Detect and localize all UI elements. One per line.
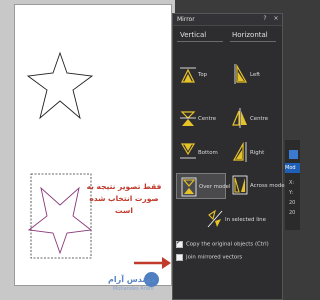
copy-originals-checkbox[interactable] <box>176 239 183 248</box>
join-vectors-checkbox[interactable] <box>176 254 183 261</box>
annotation-line-1: فقط تصویر نتیجه به <box>86 182 162 191</box>
copy-originals-row[interactable]: Copy the original objects (Ctrl) <box>176 239 269 249</box>
option-vertical-bottom[interactable]: Bottom <box>176 142 226 164</box>
join-vectors-label: Join mirrored vectors <box>186 254 243 261</box>
mirror-bottom-icon <box>180 143 196 159</box>
edge-text-1: X: <box>289 180 295 186</box>
mirror-panel: Mirror ? × Vertical Horizontal Top Centr… <box>172 13 286 300</box>
annotation-line-2: صورت انتخاب شده است <box>89 194 159 215</box>
option-vertical-centre[interactable]: Centre <box>176 108 226 130</box>
panel-title: Mirror <box>177 16 195 23</box>
option-label: Bottom <box>198 150 218 156</box>
star-original[interactable] <box>26 51 94 120</box>
close-button[interactable]: × <box>272 15 280 23</box>
mirror-right-icon <box>232 142 247 162</box>
option-label: Over model <box>199 184 231 190</box>
join-vectors-row[interactable]: Join mirrored vectors <box>176 254 242 262</box>
model-icon[interactable] <box>289 150 298 159</box>
mirror-over-model-icon <box>181 177 197 197</box>
mirror-centre-icon <box>180 111 196 126</box>
edge-text-3: 20 <box>289 200 296 206</box>
option-label: Across model <box>250 183 287 189</box>
drawing-canvas[interactable]: فقط تصویر نتیجه به صورت انتخاب شده است م… <box>0 0 175 300</box>
vertical-divider <box>177 41 223 42</box>
option-horizontal-centre[interactable]: Centre <box>228 108 278 130</box>
mirror-top-icon <box>180 67 196 83</box>
copy-originals-label: Copy the original objects (Ctrl) <box>186 241 269 248</box>
horizontal-header: Horizontal <box>232 31 268 39</box>
option-label: Top <box>198 72 208 78</box>
star-mirrored[interactable] <box>27 186 93 255</box>
option-horizontal-across-model[interactable]: Across model <box>228 175 286 197</box>
arrow-icon <box>134 257 171 269</box>
mirror-centre-h-icon <box>232 108 247 128</box>
option-label: Right <box>250 150 265 156</box>
option-label: Left <box>250 72 261 78</box>
mirror-across-model-icon <box>232 175 248 195</box>
help-button[interactable]: ? <box>261 15 269 23</box>
option-label: Centre <box>198 116 217 122</box>
option-horizontal-left[interactable]: Left <box>228 64 278 86</box>
option-horizontal-right[interactable]: Right <box>228 142 278 164</box>
selection-box[interactable] <box>30 173 92 259</box>
option-in-selected-line[interactable]: In selected line <box>203 209 273 231</box>
logo: مهندس آرام Mohandes Aram <box>108 270 168 296</box>
panel-titlebar[interactable]: Mirror ? × <box>173 14 282 26</box>
option-vertical-top[interactable]: Top <box>176 64 226 86</box>
tab-model[interactable]: Mod <box>285 163 300 173</box>
option-label: Centre <box>250 116 269 122</box>
option-vertical-over-model[interactable]: Over model <box>176 173 230 199</box>
edge-text-4: 20 <box>289 210 296 216</box>
mirror-selected-line-icon <box>207 209 223 228</box>
side-panel-edge: Mod X: Y: 20 20 <box>285 140 300 230</box>
logo-sub: Mohandes Aram <box>113 286 154 292</box>
logo-name: مهندس آرام <box>108 275 156 284</box>
option-label: In selected line <box>225 217 266 223</box>
edge-text-2: Y: <box>289 190 294 196</box>
horizontal-divider <box>230 41 276 42</box>
vertical-header: Vertical <box>180 31 207 39</box>
annotation-note: فقط تصویر نتیجه به صورت انتخاب شده است <box>85 181 163 217</box>
mirror-left-icon <box>234 64 248 84</box>
